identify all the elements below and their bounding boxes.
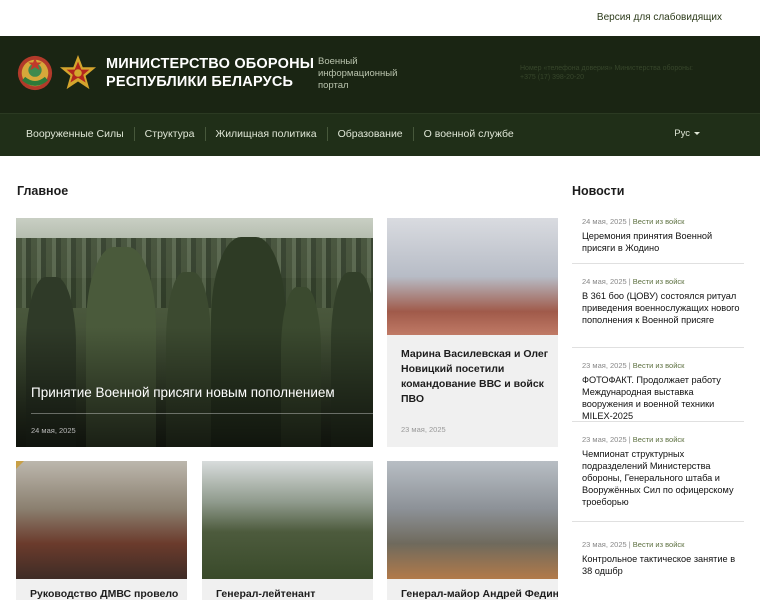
nav-item-structure[interactable]: Структура — [133, 127, 205, 141]
belarus-emblem-icon[interactable] — [16, 54, 54, 92]
news-category[interactable]: Вести из войск — [633, 217, 685, 226]
news-item[interactable]: 24 мая, 2025 | Вести из войск Церемония … — [572, 210, 744, 264]
news-meta: 24 мая, 2025 | Вести из войск — [582, 217, 684, 226]
feature-caption[interactable]: Принятие Военной присяги новым пополнени… — [31, 384, 335, 402]
article-card[interactable]: Руководство ДМВС провело — [16, 461, 187, 600]
corner-marker-icon — [16, 461, 24, 469]
news-title[interactable]: В 361 боо (ЦОВУ) состоялся ритуал привед… — [582, 290, 742, 326]
article-card[interactable]: Генерал-лейтенант — [202, 461, 373, 600]
site-subtitle: Военный информационный портал — [318, 56, 398, 92]
news-category[interactable]: Вести из войск — [633, 540, 685, 549]
language-label: Рус — [674, 128, 690, 139]
news-date: 24 мая, 2025 — [582, 217, 627, 226]
nav-item-military-service[interactable]: О военной службе — [412, 127, 524, 141]
news-date: 23 мая, 2025 — [582, 435, 627, 444]
feature-card[interactable]: Принятие Военной присяги новым пополнени… — [16, 218, 373, 447]
news-section-title[interactable]: Новости — [572, 184, 624, 198]
feature-divider — [31, 413, 373, 414]
article-image — [387, 461, 558, 579]
news-category[interactable]: Вести из войск — [633, 435, 685, 444]
main-section-title: Главное — [17, 184, 69, 198]
site-title-line1: МИНИСТЕРСТВО ОБОРОНЫ — [106, 56, 315, 72]
news-item[interactable]: 24 мая, 2025 | Вести из войск В 361 боо … — [572, 268, 744, 348]
article-card[interactable]: Генерал-майор Андрей Федин — [387, 461, 558, 600]
nav-item-housing[interactable]: Жилищная политика — [204, 127, 327, 141]
news-meta: 23 мая, 2025 | Вести из войск — [582, 435, 684, 444]
news-meta: 23 мая, 2025 | Вести из войск — [582, 361, 684, 370]
news-title[interactable]: Церемония принятия Военной присяги в Жод… — [582, 230, 742, 254]
hotline-number[interactable]: +375 (17) 398-20-20 — [520, 73, 710, 82]
news-category[interactable]: Вести из войск — [633, 361, 685, 370]
news-date: 23 мая, 2025 — [582, 361, 627, 370]
news-date: 23 мая, 2025 — [582, 540, 627, 549]
feature2-card[interactable]: Марина Василевская и Олег Новицкий посет… — [387, 218, 558, 447]
subtitle-line1: Военный — [318, 56, 358, 67]
news-meta: 24 мая, 2025 | Вести из войск — [582, 277, 684, 286]
news-title[interactable]: Контрольное тактическое занятие в 38 одш… — [582, 553, 742, 577]
article-image — [202, 461, 373, 579]
feature2-date: 23 мая, 2025 — [401, 425, 446, 434]
feature-date: 24 мая, 2025 — [31, 426, 76, 435]
feature2-image — [387, 218, 558, 335]
ministry-star-icon[interactable] — [59, 54, 97, 92]
news-meta: 23 мая, 2025 | Вести из войск — [582, 540, 684, 549]
subtitle-line3: портал — [318, 80, 349, 91]
language-selector[interactable]: Рус — [674, 128, 700, 139]
hotline-label: Номер «телефона доверия» Министерства об… — [520, 65, 693, 72]
top-bar: Версия для слабовидящих — [0, 0, 760, 36]
news-date: 24 мая, 2025 — [582, 277, 627, 286]
article-caption[interactable]: Руководство ДМВС провело — [30, 588, 178, 600]
nav-item-education[interactable]: Образование — [326, 127, 413, 141]
site-title-line2: РЕСПУБЛИКИ БЕЛАРУСЬ — [106, 74, 294, 90]
feature2-caption[interactable]: Марина Василевская и Олег Новицкий посет… — [401, 347, 551, 407]
news-item[interactable]: 23 мая, 2025 | Вести из войск ФОТОФАКТ. … — [572, 352, 744, 422]
accessibility-version-link[interactable]: Версия для слабовидящих — [597, 12, 722, 23]
main-nav: Вооруженные Силы Структура Жилищная поли… — [0, 113, 760, 156]
article-image — [16, 461, 187, 579]
article-caption[interactable]: Генерал-майор Андрей Федин — [401, 588, 558, 600]
news-category[interactable]: Вести из войск — [633, 277, 685, 286]
news-title[interactable]: Чемпионат структурных подразделений Мини… — [582, 448, 742, 508]
article-caption[interactable]: Генерал-лейтенант — [216, 588, 315, 600]
site-title[interactable]: МИНИСТЕРСТВО ОБОРОНЫ РЕСПУБЛИКИ БЕЛАРУСЬ — [106, 55, 314, 91]
news-title[interactable]: ФОТОФАКТ. Продолжает работу Международна… — [582, 374, 742, 422]
subtitle-line2: информационный — [318, 68, 398, 79]
chevron-down-icon — [694, 131, 700, 135]
nav-item-armed-forces[interactable]: Вооруженные Силы — [16, 127, 134, 141]
news-item[interactable]: 23 мая, 2025 | Вести из войск Чемпионат … — [572, 426, 744, 522]
hotline-info: Номер «телефона доверия» Министерства об… — [520, 64, 710, 82]
news-item[interactable]: 23 мая, 2025 | Вести из войск Контрольно… — [572, 526, 744, 600]
site-header: МИНИСТЕРСТВО ОБОРОНЫ РЕСПУБЛИКИ БЕЛАРУСЬ… — [0, 36, 760, 113]
